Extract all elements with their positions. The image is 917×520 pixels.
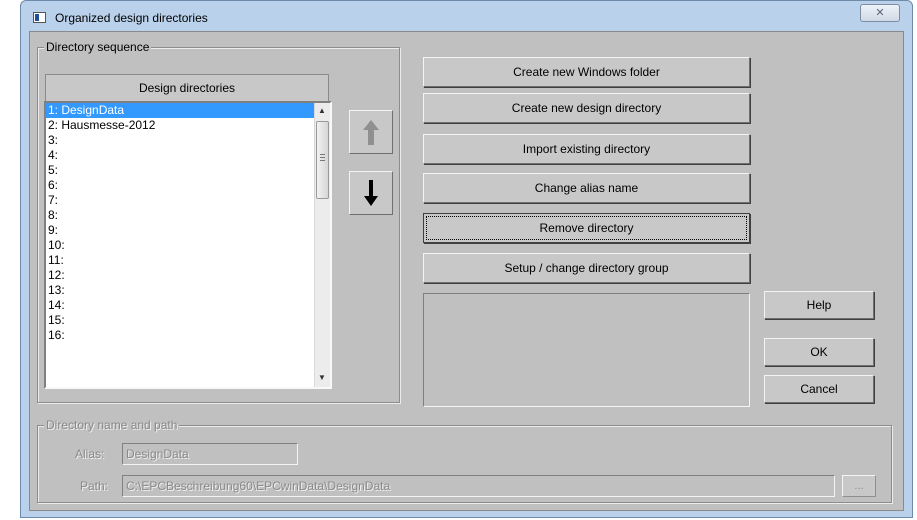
app-icon [33, 12, 46, 23]
list-item[interactable]: 1: DesignData [46, 103, 314, 118]
help-button[interactable]: Help [764, 291, 874, 319]
info-panel [423, 293, 750, 407]
create-windows-folder-button[interactable]: Create new Windows folder [423, 57, 750, 87]
list-item[interactable]: 8: [46, 208, 314, 223]
list-scrollbar[interactable]: ▲ ▼ [314, 103, 330, 387]
list-item[interactable]: 3: [46, 133, 314, 148]
list-item[interactable]: 13: [46, 283, 314, 298]
list-item[interactable]: 11: [46, 253, 314, 268]
path-field[interactable]: C:\EPCBeschreibung60\EPCwinData\DesignDa… [122, 475, 835, 497]
move-up-button[interactable] [349, 110, 393, 154]
dialog-window: Organized design directories ✕ Directory… [20, 0, 913, 518]
change-alias-name-button[interactable]: Change alias name [423, 173, 750, 203]
close-icon: ✕ [875, 7, 885, 19]
design-directories-list[interactable]: 1: DesignData 2: Hausmesse-2012 3: 4: 5: 6: 7:… [44, 101, 332, 389]
alias-label: Alias: [75, 447, 105, 461]
list-item[interactable]: 12: [46, 268, 314, 283]
list-item[interactable]: 2: Hausmesse-2012 [46, 118, 314, 133]
move-down-button[interactable] [349, 171, 393, 215]
window-title: Organized design directories [55, 11, 208, 25]
list-item[interactable]: 10: [46, 238, 314, 253]
path-label: Path: [80, 479, 109, 493]
scroll-thumb[interactable] [316, 121, 329, 199]
ok-button[interactable]: OK [764, 338, 874, 366]
scroll-up-arrow-icon[interactable]: ▲ [318, 106, 326, 115]
grip-line [320, 160, 325, 161]
list-item[interactable]: 6: [46, 178, 314, 193]
directory-sequence-title: Directory sequence [44, 40, 152, 54]
directory-name-path-title: Directory name and path [44, 418, 180, 432]
list-item[interactable]: 5: [46, 163, 314, 178]
import-existing-directory-button[interactable]: Import existing directory [423, 134, 750, 164]
arrow-down-icon [364, 180, 378, 206]
remove-directory-button[interactable]: Remove directory [423, 213, 750, 243]
list-item[interactable]: 14: [46, 298, 314, 313]
setup-directory-group-button[interactable]: Setup / change directory group [423, 253, 750, 283]
grip-line [320, 154, 325, 155]
dialog-client-area: Directory sequence Design directories 1:… [29, 31, 904, 511]
list-item[interactable]: 4: [46, 148, 314, 163]
list-item[interactable]: 15: [46, 313, 314, 328]
list-item[interactable]: 16: [46, 328, 314, 343]
scroll-down-arrow-icon[interactable]: ▼ [318, 373, 326, 382]
list-items: 1: DesignData 2: Hausmesse-2012 3: 4: 5: 6: 7:… [46, 103, 314, 343]
list-item[interactable]: 9: [46, 223, 314, 238]
title-bar[interactable]: Organized design directories ✕ [21, 1, 912, 31]
close-button[interactable]: ✕ [860, 4, 900, 22]
grip-line [320, 157, 325, 158]
alias-field[interactable]: DesignData [122, 443, 298, 465]
list-header-design-directories[interactable]: Design directories [45, 74, 329, 102]
cancel-button[interactable]: Cancel [764, 375, 874, 403]
arrow-up-icon [363, 120, 379, 145]
list-item[interactable]: 7: [46, 193, 314, 208]
create-design-directory-button[interactable]: Create new design directory [423, 93, 750, 123]
browse-button[interactable]: ... [842, 475, 876, 497]
